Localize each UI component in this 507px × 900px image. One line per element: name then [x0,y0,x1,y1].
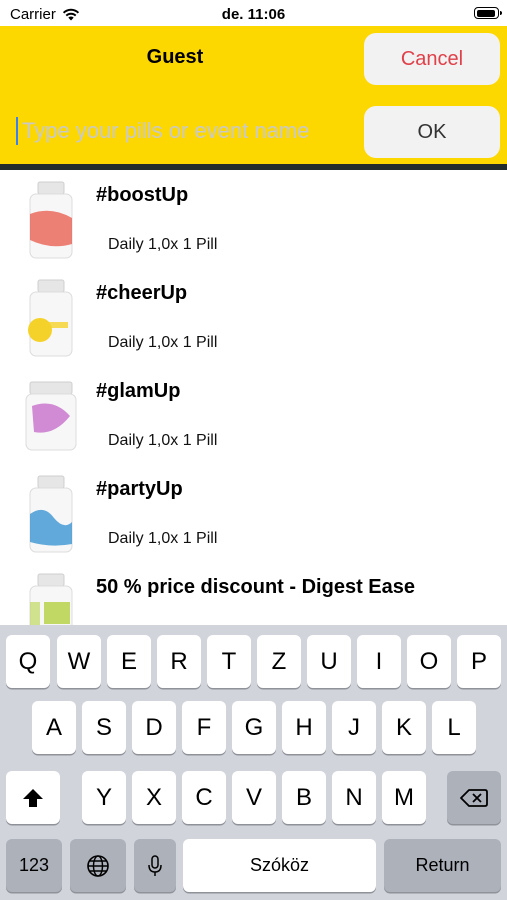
text-caret [16,117,18,145]
status-bar: Carrier de. 11:06 [0,0,507,26]
ok-button[interactable]: OK [364,106,500,158]
shift-key[interactable] [6,771,60,824]
pill-name: #glamUp [96,380,181,402]
globe-icon [87,854,109,877]
key-q[interactable]: Q [6,635,50,688]
shift-icon [23,788,43,807]
language-key[interactable] [70,839,126,892]
space-key[interactable]: Szóköz [183,839,376,892]
list-item[interactable]: #cheerUp Daily 1,0x 1 Pill [0,268,507,366]
key-s[interactable]: S [82,701,126,754]
backspace-icon [460,788,488,807]
key-c[interactable]: C [182,771,226,824]
cancel-button[interactable]: Cancel [364,33,500,85]
pill-list[interactable]: #boostUp Daily 1,0x 1 Pill #cheerUp Dail… [0,170,507,625]
list-item[interactable]: #partyUp Daily 1,0x 1 Pill [0,464,507,562]
key-g[interactable]: G [232,701,276,754]
pill-name: 50 % price discount - Digest Ease [96,576,415,598]
list-item[interactable]: #boostUp Daily 1,0x 1 Pill [0,170,507,268]
pill-bottle-icon [29,475,73,553]
key-r[interactable]: R [157,635,201,688]
key-h[interactable]: H [282,701,326,754]
pill-dose: Daily 1,0x 1 Pill [108,334,218,351]
pill-dose: Daily 1,0x 1 Pill [108,432,218,449]
dictation-key[interactable] [134,839,176,892]
status-time: de. 11:06 [221,6,286,23]
delete-key[interactable] [447,771,501,824]
pill-dose: Daily 1,0x 1 Pill [108,530,218,547]
key-n[interactable]: N [332,771,376,824]
pill-bottle-icon [29,181,73,259]
keyboard: Q W E R T Z U I O P A S D F G H J K L Y … [0,625,507,900]
key-x[interactable]: X [132,771,176,824]
search-input[interactable] [20,117,344,145]
key-p[interactable]: P [457,635,501,688]
numbers-key[interactable]: 123 [6,839,62,892]
search-field[interactable] [16,114,346,148]
return-key[interactable]: Return [384,839,501,892]
key-i[interactable]: I [357,635,401,688]
key-k[interactable]: K [382,701,426,754]
key-o[interactable]: O [407,635,451,688]
key-e[interactable]: E [107,635,151,688]
user-title: Guest [146,46,204,68]
key-u[interactable]: U [307,635,351,688]
pill-name: #cheerUp [96,282,188,304]
key-m[interactable]: M [382,771,426,824]
pill-bottle-icon [25,381,77,451]
list-item[interactable]: #glamUp Daily 1,0x 1 Pill [0,366,507,464]
battery-icon [474,7,502,19]
pill-bottle-icon [29,573,73,625]
key-l[interactable]: L [432,701,476,754]
pill-name: #boostUp [96,184,189,206]
pill-dose: Daily 1,0x 1 Pill [108,236,218,253]
key-z[interactable]: Z [257,635,301,688]
key-w[interactable]: W [57,635,101,688]
list-item[interactable]: 50 % price discount - Digest Ease [0,562,507,625]
microphone-icon [148,854,162,876]
key-t[interactable]: T [207,635,251,688]
key-y[interactable]: Y [82,771,126,824]
pill-name: #partyUp [96,478,183,500]
pill-bottle-icon [28,279,73,357]
key-d[interactable]: D [132,701,176,754]
search-header: Guest Cancel OK [0,26,507,164]
key-j[interactable]: J [332,701,376,754]
key-a[interactable]: A [32,701,76,754]
key-b[interactable]: B [282,771,326,824]
key-v[interactable]: V [232,771,276,824]
key-f[interactable]: F [182,701,226,754]
